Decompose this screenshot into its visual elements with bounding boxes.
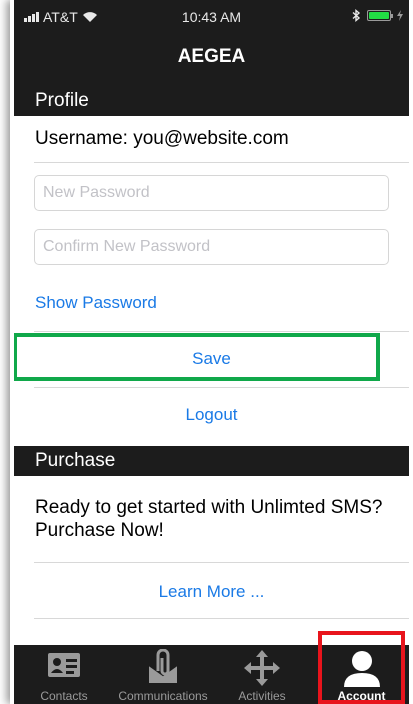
contact-card-icon [48,653,80,677]
learn-more-button[interactable]: Learn More ... [14,582,409,602]
tab-label: Contacts [40,689,88,703]
purchase-section-header: Purchase [14,446,409,476]
page-title: AEGEA [177,46,246,67]
status-bar: AT&T 10:43 AM [14,0,409,36]
confirm-password-input[interactable] [34,229,389,265]
phone-frame: AT&T 10:43 AM AEGEA Profile Username: yo… [0,0,413,704]
show-password-button[interactable]: Show Password [35,293,157,313]
account-highlight-box [318,631,405,704]
profile-section-header: Profile [14,86,409,116]
divider [34,387,409,388]
battery-icon [367,10,393,21]
tab-label: Activities [238,689,286,703]
tab-label: Communications [118,689,208,703]
top-bar: AT&T 10:43 AM AEGEA [14,0,409,86]
tab-contacts[interactable]: Contacts [14,645,114,704]
tab-communications[interactable]: Communications [110,645,216,704]
divider [34,331,409,332]
logout-button[interactable]: Logout [14,405,409,425]
new-password-input[interactable] [34,175,389,211]
save-button[interactable]: Save [14,349,409,369]
tab-activities[interactable]: Activities [216,645,308,704]
status-right [352,9,403,22]
divider [34,618,409,619]
screen: AT&T 10:43 AM AEGEA Profile Username: yo… [14,0,409,704]
purchase-promo-text: Ready to get started with Unlimted SMS? … [35,497,383,541]
divider [34,162,409,163]
paperclip-envelope-icon [148,649,178,683]
status-time: 10:43 AM [181,9,242,25]
move-arrows-icon [244,650,280,686]
charging-icon [397,10,403,21]
username-label: Username: you@website.com [35,128,289,149]
divider [34,562,409,563]
bluetooth-icon [352,9,361,22]
